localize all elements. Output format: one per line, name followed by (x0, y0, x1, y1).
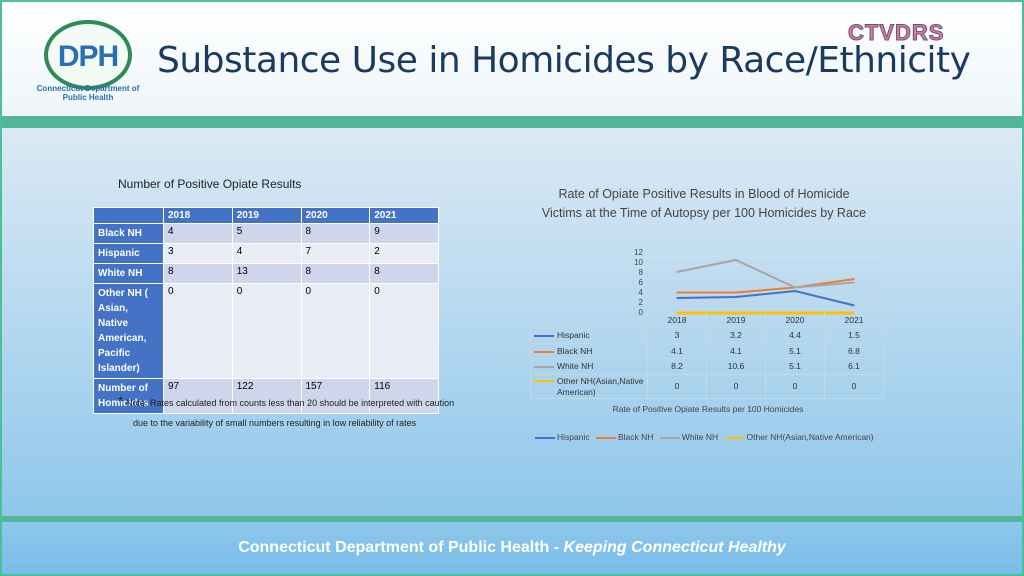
y-tick-label: 4 (638, 288, 643, 297)
data-label: 0 (765, 373, 825, 399)
legend-swatch (659, 436, 680, 439)
data-table-row: Black NH 4.1 4.1 5.1 6.8 (530, 342, 884, 359)
series-label: Hispanic (530, 327, 648, 344)
y-tick-label: 8 (638, 268, 643, 277)
x-tick-label: 2019 (706, 312, 766, 328)
data-table-corner (531, 312, 648, 328)
legend-label: Other NH(Asian,Native American) (746, 432, 874, 442)
data-label: 4.1 (647, 342, 707, 359)
legend-label: Hispanic (557, 432, 590, 442)
data-label: 5.1 (765, 342, 825, 359)
legend-swatch (724, 436, 745, 439)
data-label: 4.4 (765, 327, 825, 344)
data-label: 4.1 (706, 342, 766, 359)
data-table-row: Other NH(Asian,Native American) 0 0 0 0 (530, 373, 884, 399)
x-tick-label: 2021 (824, 312, 884, 328)
data-label: 10.6 (706, 358, 766, 375)
data-table-header-row: 2018 2019 2020 2021 (531, 312, 884, 328)
data-label: 8.2 (647, 358, 707, 375)
x-axis-title: Rate of Positive Opiate Results per 100 … (612, 404, 804, 414)
data-label: 3.2 (706, 327, 766, 344)
series-name: Other NH(Asian,Native American) (557, 375, 644, 397)
data-table-row: White NH 8.2 10.6 5.1 6.1 (530, 358, 884, 375)
legend-item: Other NH(Asian,Native American) (724, 432, 874, 442)
legend-swatch (595, 436, 616, 439)
y-tick-label: 12 (634, 248, 643, 257)
chart-data-table: 2018 2019 2020 2021 Hispanic 3 3.2 4.4 1… (530, 312, 884, 399)
data-label: 5.1 (765, 358, 825, 375)
y-tick-label: 6 (638, 278, 643, 287)
series-swatch (534, 366, 554, 368)
data-label: 6.1 (824, 358, 884, 375)
legend-label: White NH (681, 432, 719, 442)
y-tick-label: 2 (638, 298, 643, 307)
series-label: Other NH(Asian,Native American) (530, 373, 648, 399)
chart-legend: Hispanic Black NH White NH Other NH(Asia… (535, 432, 878, 442)
x-tick-label: 2018 (647, 312, 707, 328)
data-label: 0 (647, 373, 707, 399)
data-label: 3 (647, 327, 707, 344)
data-label: 6.8 (824, 342, 884, 359)
series-name: White NH (557, 361, 594, 372)
series-label: Black NH (530, 342, 648, 359)
series-swatch (534, 335, 554, 337)
series-swatch (534, 379, 554, 382)
legend-item: White NH (659, 432, 719, 442)
data-label: 1.5 (824, 327, 884, 344)
series-name: Black NH (557, 345, 593, 356)
data-table-row: Hispanic 3 3.2 4.4 1.5 (530, 327, 884, 344)
legend-swatch (535, 436, 555, 439)
y-tick-label: 10 (634, 258, 643, 267)
legend-item: Hispanic (535, 432, 590, 442)
legend-label: Black NH (617, 432, 654, 442)
x-tick-label: 2020 (765, 312, 825, 328)
data-label: 0 (706, 373, 766, 399)
series-swatch (534, 350, 554, 353)
series-name: Hispanic (557, 330, 590, 341)
line-chart (647, 252, 884, 315)
series-label: White NH (530, 358, 648, 375)
data-label: 0 (824, 373, 884, 399)
legend-item: Black NH (595, 432, 654, 442)
